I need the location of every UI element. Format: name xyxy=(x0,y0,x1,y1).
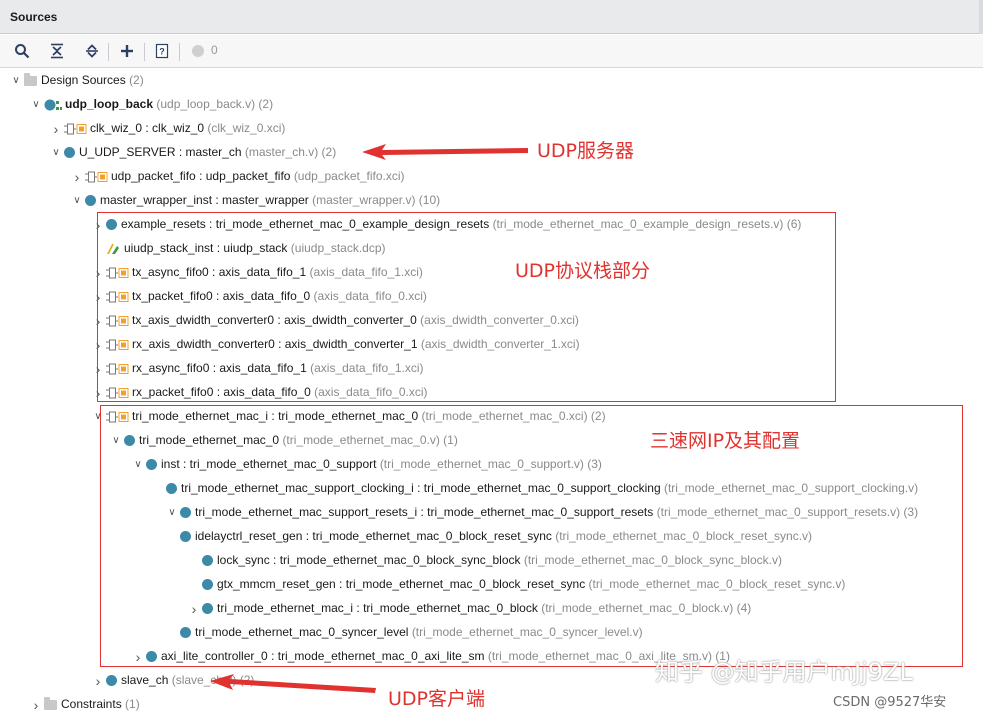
watermark-zhihu: 知乎 @知乎用户mJj9ZL xyxy=(655,658,913,686)
tree-row-name: udp_loop_back xyxy=(65,97,154,111)
tree-row-name: U_UDP_SERVER : master_ch xyxy=(79,145,242,159)
tree-row-meta: (1) xyxy=(125,697,140,711)
module-icon xyxy=(85,195,96,207)
annotation-server: UDP服务器 xyxy=(537,140,634,162)
chevron-down-icon[interactable]: ∨ xyxy=(50,142,62,164)
help-icon[interactable]: ? xyxy=(152,41,172,61)
chevron-down-icon[interactable]: ∨ xyxy=(10,70,22,92)
arrow-icon xyxy=(362,144,528,160)
tree-row-meta: (2) xyxy=(129,73,144,87)
chevron-right-icon[interactable]: › xyxy=(71,166,83,188)
toolbar-separator xyxy=(179,43,180,61)
tree-row-name: udp_packet_fifo : udp_packet_fifo xyxy=(111,169,291,183)
tree-row-name: Design Sources xyxy=(41,73,126,87)
search-icon[interactable] xyxy=(12,41,32,61)
tree-row[interactable]: › udp_packet_fifo : udp_packet_fifo (udp_… xyxy=(71,165,405,187)
tree-row-name: master_wrapper_inst : master_wrapper xyxy=(100,193,309,207)
annotation-box-mac xyxy=(100,405,963,667)
tree-row[interactable]: ∨ U_UDP_SERVER : master_ch (master_ch.v) … xyxy=(50,141,336,163)
chevron-right-icon[interactable]: › xyxy=(30,694,42,716)
status-circle-icon xyxy=(188,41,208,61)
hierarchy-icon xyxy=(44,99,62,111)
tree-row-meta: (udp_packet_fifo.xci) xyxy=(293,169,405,183)
module-icon xyxy=(106,675,117,687)
tree-row-meta: (master_ch.v) (2) xyxy=(244,145,337,159)
chevron-down-icon[interactable]: ∨ xyxy=(71,190,83,212)
arrow-icon xyxy=(210,674,376,693)
annotation-stack: UDP协议栈部分 xyxy=(515,260,650,282)
annotation-mac: 三速网IP及其配置 xyxy=(650,430,801,452)
chevron-right-icon[interactable]: › xyxy=(50,118,62,140)
watermark-csdn: CSDN @9527华安 xyxy=(833,695,947,710)
annotation-client: UDP客户端 xyxy=(388,688,485,710)
tree-row[interactable]: › Constraints (1) xyxy=(30,693,140,715)
ip-icon xyxy=(85,171,108,183)
ip-icon xyxy=(64,123,87,135)
chevron-down-icon[interactable]: ∨ xyxy=(30,94,42,116)
chevron-right-icon[interactable]: › xyxy=(92,670,104,692)
tree-row[interactable]: ∨ udp_loop_back (udp_loop_back.v) (2) xyxy=(30,93,273,115)
annotation-box-stack xyxy=(97,212,836,402)
tree-row-meta: (clk_wiz_0.xci) xyxy=(207,121,286,135)
panel-titlebar: Sources xyxy=(0,0,983,34)
toolbar-separator xyxy=(144,43,145,61)
collapse-all-icon[interactable] xyxy=(47,41,67,61)
panel-edge xyxy=(979,0,983,34)
svg-text:?: ? xyxy=(159,47,165,57)
tree-row[interactable]: ∨ Design Sources (2) xyxy=(10,69,144,91)
add-icon[interactable] xyxy=(117,41,137,61)
folder-icon xyxy=(24,72,37,86)
expand-all-icon[interactable] xyxy=(82,41,102,61)
panel-title: Sources xyxy=(10,10,58,24)
tree-row[interactable]: ∨ master_wrapper_inst : master_wrapper (m… xyxy=(71,189,440,211)
toolbar-separator xyxy=(108,43,109,61)
tree-row-name: clk_wiz_0 : clk_wiz_0 xyxy=(90,121,205,135)
tree-row-name: slave_ch xyxy=(121,673,169,687)
tree-row-name: Constraints xyxy=(61,697,122,711)
folder-icon xyxy=(44,696,57,710)
status-count: 0 xyxy=(211,43,218,57)
tree-row-meta: (udp_loop_back.v) (2) xyxy=(156,97,274,111)
module-icon xyxy=(64,147,75,159)
tree-row[interactable]: › clk_wiz_0 : clk_wiz_0 (clk_wiz_0.xci) xyxy=(50,117,286,140)
tree-row-meta: (master_wrapper.v) (10) xyxy=(312,193,441,207)
toolbar: ? 0 xyxy=(0,35,983,68)
